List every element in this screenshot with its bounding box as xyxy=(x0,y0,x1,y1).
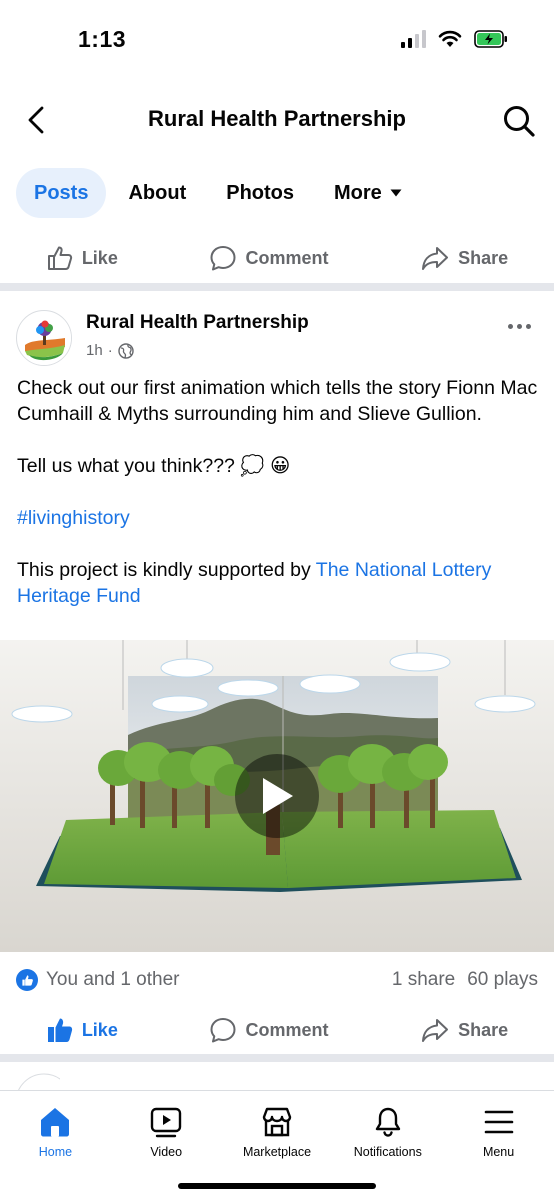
menu-icon xyxy=(484,1110,513,1134)
nav-label: Marketplace xyxy=(242,1145,312,1159)
hashtag-link[interactable]: #livinghistory xyxy=(17,507,130,529)
post-time[interactable]: 1h xyxy=(86,342,103,359)
post-header: Rural Health Partnership 1h · xyxy=(16,306,538,370)
home-indicator xyxy=(178,1183,376,1189)
nav-home[interactable]: Home xyxy=(0,1091,111,1200)
nav-label: Notifications xyxy=(353,1145,422,1159)
tab-photos[interactable]: Photos xyxy=(208,168,312,218)
page-like-button[interactable]: Like xyxy=(46,244,118,272)
comment-label: Comment xyxy=(245,247,329,268)
post-body: Check out our first animation which tell… xyxy=(17,375,538,609)
post-meta: 1h · xyxy=(86,342,134,359)
video-icon xyxy=(150,1107,182,1138)
page-title: Rural Health Partnership xyxy=(148,106,406,131)
like-label: Like xyxy=(81,247,118,268)
tab-label: More xyxy=(334,181,382,204)
tab-posts[interactable]: Posts xyxy=(16,168,107,218)
bell-icon xyxy=(375,1107,400,1137)
post-share-button[interactable]: Share xyxy=(420,1016,508,1044)
search-button[interactable] xyxy=(498,100,540,142)
nav-label: Video xyxy=(150,1145,183,1159)
profile-tabs: Posts About Photos More xyxy=(16,168,538,218)
dot xyxy=(525,323,531,329)
status-bar: 1:13 xyxy=(0,0,554,84)
dot xyxy=(516,323,522,329)
thumbs-up-outline-icon xyxy=(47,246,72,270)
rural-health-logo xyxy=(18,312,71,365)
share-icon xyxy=(422,1019,449,1042)
status-icons xyxy=(401,30,508,48)
tab-label: Posts xyxy=(34,181,89,204)
play-icon xyxy=(263,778,293,814)
nav-label: Menu xyxy=(482,1145,515,1159)
cellular-signal-icon xyxy=(401,30,426,48)
like-label: Like xyxy=(81,1019,118,1040)
page-header: Rural Health Partnership xyxy=(0,84,554,158)
post-action-bar: Like Comment Share xyxy=(0,1004,554,1056)
comment-icon xyxy=(210,246,236,271)
meta-separator: · xyxy=(107,342,113,359)
thumbs-up-icon xyxy=(21,974,33,986)
tab-label: About xyxy=(128,181,187,204)
page-avatar[interactable] xyxy=(16,310,72,366)
search-icon xyxy=(504,106,535,137)
support-text: This project is kindly supported by xyxy=(17,559,316,581)
post-text: Check out our first animation which tell… xyxy=(17,377,538,425)
share-count[interactable]: 1 share xyxy=(392,969,455,991)
status-time: 1:13 xyxy=(78,26,127,52)
play-button[interactable] xyxy=(235,754,319,838)
reaction-summary: You and 1 other 1 share 60 plays xyxy=(16,964,538,996)
post-like-button[interactable]: Like xyxy=(46,1016,118,1044)
comment-label: Comment xyxy=(245,1019,329,1040)
share-label: Share xyxy=(458,1019,509,1040)
post-comment-button[interactable]: Comment xyxy=(209,1016,329,1044)
page-action-bar: Like Comment Share xyxy=(0,232,554,284)
globe-icon xyxy=(117,342,134,359)
section-divider xyxy=(0,1054,554,1062)
reaction-count[interactable]: You and 1 other xyxy=(46,969,179,991)
battery-charging-icon xyxy=(474,30,507,48)
nav-label: Home xyxy=(38,1145,73,1159)
next-post-peek xyxy=(0,1068,554,1090)
home-icon xyxy=(41,1108,70,1137)
post-text: Tell us what you think??? 💭 😀 xyxy=(17,455,291,477)
tab-more[interactable]: More xyxy=(316,168,420,218)
page-comment-button[interactable]: Comment xyxy=(209,244,329,272)
tab-about[interactable]: About xyxy=(110,168,204,218)
nav-menu[interactable]: Menu xyxy=(443,1091,554,1200)
page-share-button[interactable]: Share xyxy=(420,244,508,272)
dot xyxy=(507,323,513,329)
next-post-avatar xyxy=(18,1073,70,1090)
caret-down-icon xyxy=(390,189,402,197)
post-author[interactable]: Rural Health Partnership xyxy=(86,312,309,334)
thumbs-up-filled-icon xyxy=(47,1018,72,1042)
post-options-button[interactable] xyxy=(504,314,534,338)
like-reaction-icon xyxy=(16,969,38,991)
wifi-icon xyxy=(438,30,462,47)
section-divider xyxy=(0,283,554,291)
play-count: 60 plays xyxy=(467,969,538,990)
share-label: Share xyxy=(458,247,509,268)
tab-label: Photos xyxy=(226,181,295,204)
marketplace-icon xyxy=(262,1107,292,1137)
comment-icon xyxy=(210,1018,236,1043)
share-icon xyxy=(422,247,449,270)
